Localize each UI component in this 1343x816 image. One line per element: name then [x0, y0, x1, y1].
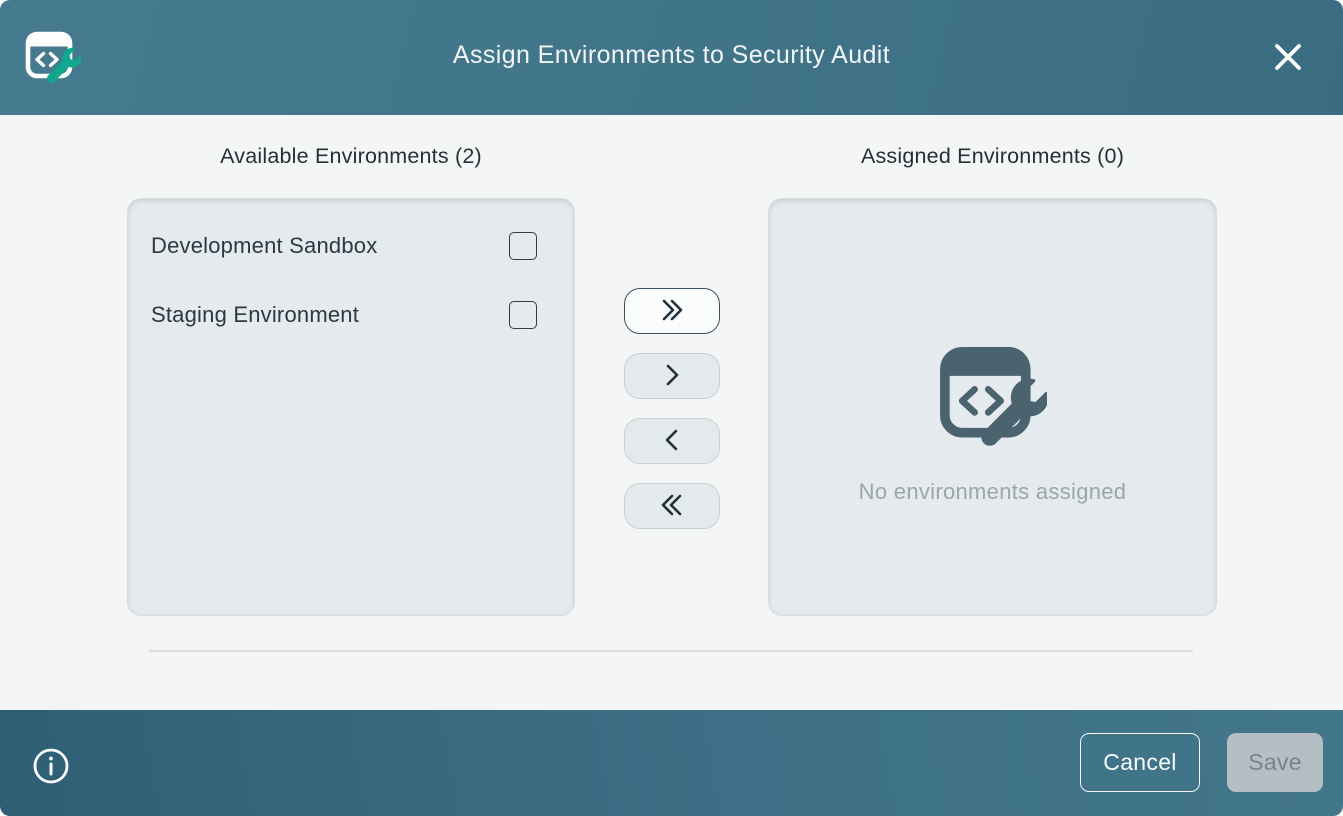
move-all-left-button[interactable]	[624, 483, 720, 529]
chevron-right-icon	[656, 361, 688, 392]
assigned-environments-panel: No environments assigned	[768, 198, 1217, 616]
dialog-footer: Cancel Save	[0, 710, 1343, 816]
close-button[interactable]	[1264, 34, 1312, 82]
content-divider	[149, 650, 1193, 652]
empty-state-text: No environments assigned	[859, 479, 1127, 505]
available-environments-panel: Development Sandbox Staging Environment	[127, 198, 575, 616]
staging-environment-checkbox[interactable]	[509, 301, 537, 329]
cancel-button[interactable]: Cancel	[1080, 733, 1200, 792]
transfer-controls	[624, 288, 720, 529]
environment-label: Staging Environment	[151, 302, 359, 328]
empty-state-code-wrench-icon	[939, 346, 1047, 455]
dialog-header: Assign Environments to Security Audit	[0, 0, 1343, 115]
list-item-development-sandbox: Development Sandbox	[128, 211, 574, 280]
chevron-left-icon	[656, 426, 688, 457]
list-item-staging-environment: Staging Environment	[128, 280, 574, 349]
close-x-icon	[1271, 40, 1305, 77]
dialog-title: Assign Environments to Security Audit	[0, 41, 1343, 70]
environment-label: Development Sandbox	[151, 233, 377, 259]
double-chevron-right-icon	[656, 296, 688, 327]
available-environments-heading: Available Environments (2)	[127, 144, 575, 169]
info-circle-icon	[32, 773, 70, 788]
assign-environments-dialog: Assign Environments to Security Audit Av…	[0, 0, 1343, 816]
save-button[interactable]: Save	[1227, 733, 1323, 792]
move-all-right-button[interactable]	[624, 288, 720, 334]
double-chevron-left-icon	[656, 491, 688, 522]
info-button[interactable]	[32, 747, 70, 785]
move-right-button[interactable]	[624, 353, 720, 399]
assigned-environments-heading: Assigned Environments (0)	[768, 144, 1217, 169]
move-left-button[interactable]	[624, 418, 720, 464]
development-sandbox-checkbox[interactable]	[509, 232, 537, 260]
